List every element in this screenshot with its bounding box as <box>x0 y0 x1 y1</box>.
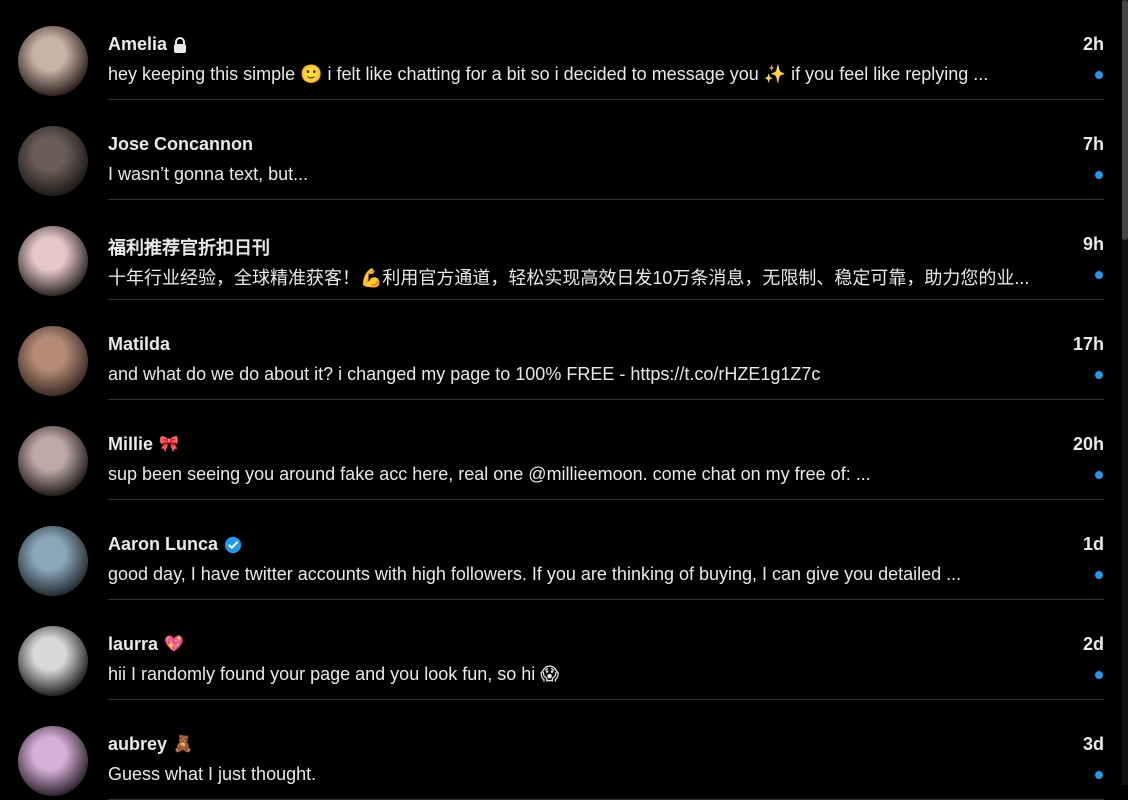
sender-name[interactable]: laurra <box>108 634 158 655</box>
name-emoji-badge: 🧸 <box>173 735 193 753</box>
avatar[interactable] <box>18 726 88 796</box>
conversation-row[interactable]: aubrey 🧸 Guess what I just thought. 3d <box>0 700 1128 800</box>
avatar[interactable] <box>18 326 88 396</box>
message-preview: I wasn’t gonna text, but... <box>108 164 309 184</box>
conversation-row[interactable]: Amelia hey keeping this simple 🙂 i felt l… <box>0 0 1128 100</box>
conversation-header: Jose Concannon <box>108 134 253 155</box>
unread-dot-icon <box>1095 571 1103 579</box>
conversation-header: Matilda <box>108 334 170 355</box>
avatar[interactable] <box>18 426 88 496</box>
conversation-row[interactable]: 福利推荐官折扣日刊十年行业经验，全球精准获客！💪利用官方通道，轻松实现高效日发1… <box>0 200 1128 300</box>
conversation-header: aubrey 🧸 <box>108 734 193 755</box>
conversation-row[interactable]: Aaron Lunca good day, I have twitter acco… <box>0 500 1128 600</box>
message-preview: sup been seeing you around fake acc here… <box>108 464 871 484</box>
message-preview: Guess what I just thought. <box>108 764 317 784</box>
timestamp: 3d <box>1082 734 1104 754</box>
timestamp: 2h <box>1082 34 1104 54</box>
avatar[interactable] <box>18 526 88 596</box>
avatar[interactable] <box>18 626 88 696</box>
unread-dot-icon <box>1095 671 1103 679</box>
sender-name[interactable]: Millie <box>108 434 153 455</box>
sender-name[interactable]: 福利推荐官折扣日刊 <box>108 234 270 260</box>
unread-dot-icon <box>1095 271 1103 279</box>
timestamp: 20h <box>1072 434 1104 454</box>
verified-badge-icon <box>224 536 242 553</box>
scrollbar[interactable] <box>1122 0 1128 785</box>
unread-dot-icon <box>1095 371 1103 379</box>
name-emoji-badge: 🎀 <box>159 435 179 453</box>
conversation-header: Aaron Lunca <box>108 534 242 555</box>
message-preview: good day, I have twitter accounts with h… <box>108 564 962 584</box>
name-emoji-badge: 💖 <box>164 635 184 653</box>
unread-dot-icon <box>1095 71 1103 79</box>
scrollbar-thumb[interactable] <box>1122 0 1128 240</box>
conversation-list: Amelia hey keeping this simple 🙂 i felt l… <box>0 0 1128 800</box>
sender-name[interactable]: aubrey <box>108 734 167 755</box>
conversation-row[interactable]: Matilda and what do we do about it? i cha… <box>0 300 1128 400</box>
timestamp: 9h <box>1082 234 1104 254</box>
timestamp: 1d <box>1082 534 1104 554</box>
avatar[interactable] <box>18 126 88 196</box>
unread-dot-icon <box>1095 771 1103 779</box>
unread-dot-icon <box>1095 171 1103 179</box>
message-preview: 十年行业经验，全球精准获客！💪利用官方通道，轻松实现高效日发10万条消息，无限制… <box>108 268 1030 288</box>
conversation-header: 福利推荐官折扣日刊 <box>108 234 270 260</box>
unread-dot-icon <box>1095 471 1103 479</box>
conversation-row[interactable]: Millie 🎀 sup been seeing you around fake a… <box>0 400 1128 500</box>
sender-name[interactable]: Amelia <box>108 34 167 55</box>
sender-name[interactable]: Aaron Lunca <box>108 534 218 555</box>
message-preview: hey keeping this simple 🙂 i felt like ch… <box>108 64 989 84</box>
message-preview: hii I randomly found your page and you l… <box>108 664 560 684</box>
sender-name[interactable]: Matilda <box>108 334 170 355</box>
conversation-header: Amelia <box>108 34 187 55</box>
conversation-row[interactable]: Jose Concannon I wasn’t gonna text, but..… <box>0 100 1128 200</box>
timestamp: 17h <box>1072 334 1104 354</box>
lock-icon <box>174 36 187 53</box>
conversation-header: Millie 🎀 <box>108 434 179 455</box>
conversation-header: laurra 💖 <box>108 634 184 655</box>
conversation-row[interactable]: laurra 💖 hii I randomly found your page an… <box>0 600 1128 700</box>
avatar[interactable] <box>18 226 88 296</box>
timestamp: 2d <box>1082 634 1104 654</box>
timestamp: 7h <box>1082 134 1104 154</box>
message-preview: and what do we do about it? i changed my… <box>108 364 821 384</box>
sender-name[interactable]: Jose Concannon <box>108 134 253 155</box>
avatar[interactable] <box>18 26 88 96</box>
